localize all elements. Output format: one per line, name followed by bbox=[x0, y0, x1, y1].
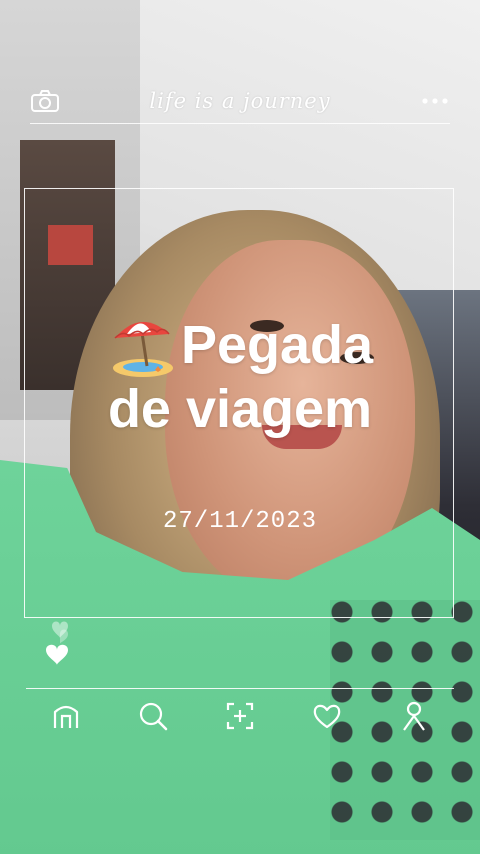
top-bar: life is a journey bbox=[30, 78, 450, 124]
nav-add[interactable] bbox=[220, 696, 260, 736]
bottom-nav bbox=[22, 694, 458, 738]
story-date: 27/11/2023 bbox=[162, 508, 318, 535]
profile-icon bbox=[403, 701, 426, 731]
search-icon bbox=[139, 702, 168, 731]
heart-icon bbox=[313, 704, 341, 729]
beach-umbrella-icon bbox=[112, 321, 173, 377]
bottom-divider bbox=[26, 688, 454, 689]
camera-icon[interactable] bbox=[30, 89, 60, 113]
title-line-1: Pegada bbox=[180, 315, 374, 375]
likes-hearts-icon[interactable] bbox=[40, 612, 80, 672]
home-icon bbox=[53, 705, 78, 728]
title-line-1-wrap: Pegada bbox=[0, 312, 480, 378]
add-frame-icon bbox=[226, 702, 254, 730]
nav-profile[interactable] bbox=[394, 696, 434, 736]
more-dots-icon[interactable] bbox=[420, 96, 450, 106]
story-screen: life is a journey Pegada de viagem 27/11… bbox=[0, 0, 480, 854]
nav-home[interactable] bbox=[46, 696, 86, 736]
title-line-2: de viagem bbox=[107, 379, 373, 439]
nav-likes[interactable] bbox=[307, 696, 347, 736]
nav-search[interactable] bbox=[133, 696, 173, 736]
tagline-text: life is a journey bbox=[149, 88, 331, 113]
story-title: Pegada de viagem bbox=[0, 312, 480, 440]
overlay-ui: life is a journey Pegada de viagem 27/11… bbox=[0, 0, 480, 854]
